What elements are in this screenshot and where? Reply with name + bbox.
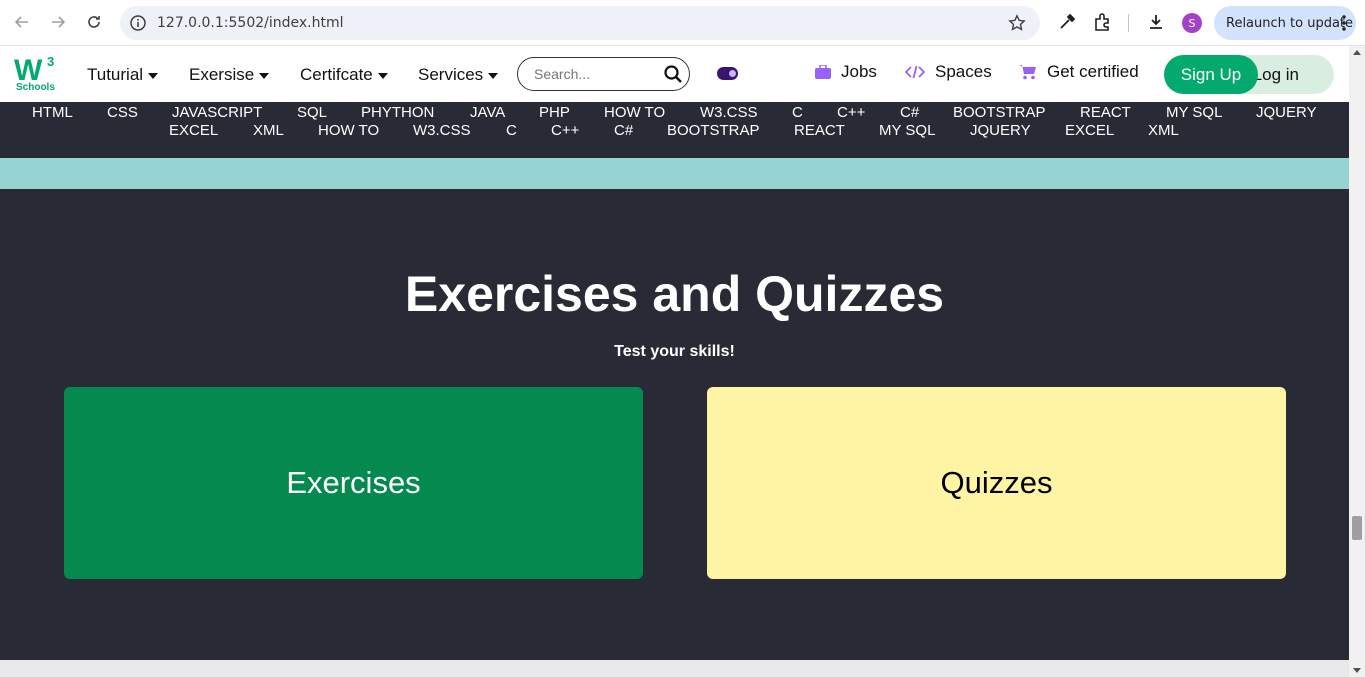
- caret-down-icon: [488, 73, 499, 79]
- subnav-link[interactable]: PHP: [539, 104, 570, 121]
- subnav-row-1: HTML CSS JAVASCRIPT SQL PHYTHON JAVA PHP…: [0, 104, 1349, 122]
- subnav-link[interactable]: C++: [837, 104, 865, 121]
- extensions-puzzle-icon[interactable]: [1093, 12, 1113, 32]
- scrollbar-thumb[interactable]: [1352, 516, 1362, 540]
- subnav-link[interactable]: MY SQL: [1166, 104, 1222, 121]
- horizontal-scrollbar-track: [0, 660, 1349, 677]
- teal-banner: [0, 158, 1349, 189]
- eyedropper-icon[interactable]: [1057, 12, 1077, 32]
- menu-label: Services: [418, 65, 484, 84]
- quizzes-card-label: Quizzes: [940, 465, 1053, 500]
- subnav-link[interactable]: C: [506, 122, 517, 139]
- subnav-link[interactable]: C#: [614, 122, 633, 139]
- scroll-down-arrow-icon[interactable]: [1353, 668, 1361, 673]
- address-bar[interactable]: 127.0.0.1:5502/index.html: [120, 6, 1040, 40]
- search-box: [517, 57, 690, 91]
- subnav-link[interactable]: REACT: [1080, 104, 1131, 121]
- jobs-link[interactable]: Jobs: [815, 62, 877, 82]
- code-icon: [905, 65, 925, 79]
- subnav-link[interactable]: EXCEL: [169, 122, 218, 139]
- caret-down-icon: [148, 73, 159, 79]
- toolbar-divider: [1128, 14, 1129, 32]
- back-button[interactable]: [11, 11, 33, 33]
- logo-caption: Schools: [16, 82, 55, 93]
- subnav-link[interactable]: JAVASCRIPT: [172, 104, 262, 121]
- menu-label: Exersise: [189, 65, 255, 84]
- quizzes-card[interactable]: Quizzes: [707, 387, 1286, 579]
- vertical-scrollbar[interactable]: [1349, 46, 1365, 677]
- section-title: Exercises and Quizzes: [404, 266, 945, 322]
- subnav-link[interactable]: C#: [900, 104, 919, 121]
- spaces-label: Spaces: [935, 62, 992, 81]
- signup-button[interactable]: Sign Up: [1164, 55, 1258, 94]
- logo-superscript: 3: [47, 54, 55, 69]
- reload-icon: [88, 16, 100, 28]
- site-header: W 3 Schools Tuturial Exersise Certifcate…: [0, 46, 1349, 102]
- spaces-link[interactable]: Spaces: [905, 62, 992, 82]
- subnav-link[interactable]: JQUERY: [1256, 104, 1317, 121]
- jobs-label: Jobs: [841, 62, 877, 81]
- subnav-link[interactable]: HOW TO: [318, 122, 379, 139]
- subnav-link[interactable]: SQL: [297, 104, 327, 121]
- subnav-link[interactable]: JQUERY: [970, 122, 1031, 139]
- menu-certifcate[interactable]: Certifcate: [300, 65, 388, 85]
- url-text[interactable]: 127.0.0.1:5502/index.html: [157, 15, 344, 31]
- subnav-link[interactable]: JAVA: [470, 104, 505, 121]
- reload-button[interactable]: [83, 11, 105, 33]
- exercises-section: Exercises and Quizzes Test your skills! …: [0, 189, 1349, 660]
- subnav-link[interactable]: W3.CSS: [413, 122, 471, 139]
- subnav-link[interactable]: MY SQL: [879, 122, 935, 139]
- forward-arrow-icon: [52, 16, 66, 28]
- cart-icon: [1019, 65, 1036, 80]
- exercises-card[interactable]: Exercises: [64, 387, 643, 579]
- subnav-link[interactable]: C++: [551, 122, 579, 139]
- topic-subnav: HTML CSS JAVASCRIPT SQL PHYTHON JAVA PHP…: [0, 102, 1349, 158]
- browser-toolbar: 127.0.0.1:5502/index.html S Relaunch to …: [0, 0, 1365, 46]
- subnav-link[interactable]: PHYTHON: [361, 104, 434, 121]
- subnav-link[interactable]: BOOTSTRAP: [953, 104, 1046, 121]
- relaunch-label: Relaunch to update: [1226, 16, 1354, 31]
- more-menu-icon[interactable]: [1342, 14, 1346, 32]
- w3schools-logo[interactable]: W 3 Schools: [14, 54, 58, 96]
- caret-down-icon: [259, 73, 270, 79]
- menu-label: Certifcate: [300, 65, 373, 84]
- menu-tuturial[interactable]: Tuturial: [87, 65, 159, 85]
- subnav-link[interactable]: XML: [1148, 122, 1179, 139]
- subnav-link[interactable]: BOOTSTRAP: [667, 122, 760, 139]
- search-input[interactable]: [532, 65, 656, 83]
- subnav-link[interactable]: C: [792, 104, 803, 121]
- get-certified-label: Get certified: [1047, 62, 1139, 81]
- section-subtitle: Test your skills!: [614, 343, 735, 360]
- subnav-link[interactable]: HTML: [32, 104, 73, 121]
- exercises-card-label: Exercises: [286, 465, 421, 500]
- menu-exersise[interactable]: Exersise: [189, 65, 270, 85]
- forward-button[interactable]: [47, 11, 69, 33]
- relaunch-button[interactable]: Relaunch to update: [1214, 6, 1356, 40]
- briefcase-icon: [815, 65, 831, 79]
- search-icon[interactable]: [663, 64, 683, 84]
- profile-avatar[interactable]: S: [1182, 13, 1202, 33]
- menu-services[interactable]: Services: [418, 65, 499, 85]
- site-info-icon[interactable]: [129, 14, 147, 32]
- scroll-up-arrow-icon[interactable]: [1353, 50, 1361, 55]
- subnav-link[interactable]: EXCEL: [1065, 122, 1114, 139]
- bookmark-star-icon[interactable]: [1008, 14, 1026, 32]
- download-icon[interactable]: [1146, 12, 1166, 32]
- subnav-row-2: EXCEL XML HOW TO W3.CSS C C++ C# BOOTSTR…: [0, 122, 1349, 140]
- caret-down-icon: [377, 73, 388, 79]
- subnav-link[interactable]: XML: [253, 122, 284, 139]
- subnav-link[interactable]: W3.CSS: [700, 104, 758, 121]
- subnav-link[interactable]: REACT: [794, 122, 845, 139]
- theme-toggle[interactable]: [717, 67, 738, 80]
- subnav-link[interactable]: HOW TO: [604, 104, 665, 121]
- subnav-link[interactable]: CSS: [107, 104, 138, 121]
- menu-label: Tuturial: [87, 65, 144, 84]
- back-arrow-icon: [14, 16, 28, 28]
- get-certified-link[interactable]: Get certified: [1019, 62, 1139, 82]
